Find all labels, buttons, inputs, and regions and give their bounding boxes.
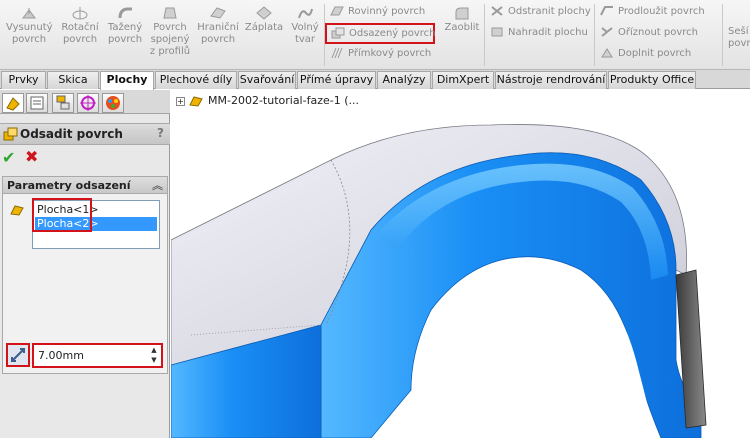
cancel-x-icon[interactable]: ✖	[25, 147, 38, 166]
boundary-surface-label: Hraniční povrch	[197, 22, 239, 45]
planar-surface-button[interactable]: Rovinný povrch	[330, 3, 425, 21]
fillet-label: Zaoblit	[444, 22, 480, 33]
offset-parameters-group: Parametry odsazení ︽ Plocha<1> Plocha<2>…	[2, 176, 168, 374]
graphics-viewport[interactable]: + MM-2002-tutorial-faze-1 (...	[171, 90, 750, 438]
planar-surface-icon	[330, 6, 344, 16]
boundary-surface-button[interactable]: Hraniční povrch	[196, 6, 240, 46]
tab-dimxpert[interactable]: DimXpert	[432, 71, 494, 89]
delete-face-label: Odstranit plochy	[508, 6, 591, 17]
ruled-surface-button[interactable]: Přímkový povrch	[330, 45, 431, 63]
model-3d-view	[171, 124, 707, 438]
offset-surface-icon	[331, 27, 345, 39]
ribbon-toolbar: Vysunutý povrch Rotační povrch Tažený po…	[0, 0, 750, 70]
tab-svarovani[interactable]: Svařování	[238, 71, 296, 89]
delete-face-icon	[491, 6, 503, 16]
collapse-chevrons-icon[interactable]: ︽	[152, 177, 163, 193]
configuration-manager-tab[interactable]	[52, 93, 74, 113]
surface-face-icon	[10, 205, 24, 216]
tab-nastroje-rendrovani[interactable]: Nástroje rendrování	[495, 71, 607, 89]
revolve-surface-button[interactable]: Rotační povrch	[58, 6, 102, 46]
group-title: Parametry odsazení	[7, 179, 131, 192]
patch-button[interactable]: Záplata	[244, 6, 284, 34]
trim-surface-icon	[601, 27, 613, 37]
loft-surface-icon	[163, 7, 177, 19]
extend-surface-button[interactable]: Prodloužit povrch	[600, 3, 705, 21]
spin-up-icon[interactable]: ▲	[149, 346, 159, 355]
untrim-surface-icon	[601, 48, 613, 58]
offset-distance-value: 7.00mm	[38, 349, 84, 362]
fillet-button[interactable]: Zaoblit	[444, 6, 480, 34]
patch-label: Záplata	[244, 22, 284, 33]
panel-tabs	[0, 90, 170, 114]
dimxpert-manager-tab[interactable]	[77, 93, 99, 113]
property-manager-tab[interactable]	[26, 93, 48, 113]
tab-plechove-dily[interactable]: Plechové díly	[155, 71, 237, 89]
sweep-surface-button[interactable]: Tažený povrch	[104, 6, 146, 46]
loft-surface-label: Povrch spojený z profilů	[149, 22, 191, 57]
extrude-surface-button[interactable]: Vysunutý povrch	[6, 6, 53, 46]
property-manager-panel: Odsadit povrch ? ✔ ✖ Parametry odsazení …	[0, 90, 170, 438]
freeform-icon	[298, 8, 313, 19]
freeform-label: Volný tvar	[291, 22, 319, 45]
help-icon[interactable]: ?	[157, 126, 164, 140]
delete-face-button[interactable]: Odstranit plochy	[490, 3, 591, 21]
replace-face-button[interactable]: Nahradit plochu	[490, 24, 588, 42]
tab-skica[interactable]: Skica	[47, 71, 99, 89]
trim-surface-button[interactable]: Oříznout povrch	[600, 24, 698, 42]
panel-title-bar: Odsadit povrch ?	[0, 123, 170, 145]
feature-tree-icon	[6, 97, 20, 111]
ribbon-separator	[484, 4, 485, 66]
offset-distance-input[interactable]: 7.00mm ▲ ▼	[32, 343, 163, 368]
extend-surface-icon	[600, 6, 613, 16]
sweep-surface-label: Tažený povrch	[107, 22, 143, 45]
extrude-surface-icon	[22, 8, 36, 19]
replace-face-label: Nahradit plochu	[508, 27, 588, 38]
knit-surface-label: Seší povrc	[728, 26, 750, 49]
planar-surface-label: Rovinný povrch	[348, 6, 426, 17]
ruled-surface-label: Přímkový povrch	[348, 48, 432, 59]
sweep-surface-icon	[118, 7, 132, 19]
untrim-surface-label: Doplnit povrch	[618, 48, 692, 59]
ribbon-separator	[722, 4, 723, 66]
group-header[interactable]: Parametry odsazení ︽	[3, 177, 167, 194]
tab-produkty-office[interactable]: Produkty Office	[608, 71, 696, 89]
trim-surface-label: Oříznout povrch	[618, 27, 699, 38]
freeform-button[interactable]: Volný tvar	[288, 6, 322, 46]
offset-distance-icon	[6, 343, 30, 367]
dimxpert-icon	[80, 95, 96, 111]
extend-surface-label: Prodloužit povrch	[618, 6, 705, 17]
configuration-icon	[56, 95, 70, 110]
untrim-surface-button[interactable]: Doplnit povrch	[600, 45, 691, 63]
offset-surface-label: Odsazený povrch	[349, 28, 436, 39]
panel-title: Odsadit povrch	[20, 127, 123, 141]
offset-surface-button[interactable]: Odsazený povrch	[325, 23, 436, 44]
fillet-icon	[455, 7, 469, 20]
tab-prime-upravy[interactable]: Přímé úpravy	[297, 71, 376, 89]
ok-checkmark-icon[interactable]: ✔	[2, 148, 15, 167]
display-palette-icon	[106, 96, 120, 110]
extrude-surface-label: Vysunutý povrch	[6, 22, 53, 45]
command-manager-tabs: Prvky Skica Plochy Plechové díly Svařová…	[0, 70, 750, 90]
patch-icon	[256, 6, 272, 20]
tab-prvky[interactable]: Prvky	[1, 71, 46, 89]
replace-face-icon	[491, 27, 503, 37]
revolve-surface-label: Rotační povrch	[61, 22, 99, 45]
offset-surface-icon	[3, 127, 18, 141]
loft-surface-button[interactable]: Povrch spojený z profilů	[148, 6, 192, 58]
display-manager-tab[interactable]	[102, 93, 124, 113]
feature-manager-tab[interactable]	[2, 93, 24, 113]
boundary-surface-icon	[210, 7, 226, 19]
property-list-icon	[30, 96, 44, 110]
faces-highlight-frame	[32, 198, 92, 232]
spin-down-icon[interactable]: ▼	[149, 356, 159, 365]
ribbon-separator	[594, 4, 595, 66]
tab-plochy[interactable]: Plochy	[100, 71, 154, 90]
revolve-surface-icon	[72, 7, 88, 20]
knit-surface-button[interactable]: Seší povrc	[728, 26, 750, 50]
tab-analyzy[interactable]: Analýzy	[377, 71, 431, 89]
ruled-surface-icon	[331, 47, 343, 59]
